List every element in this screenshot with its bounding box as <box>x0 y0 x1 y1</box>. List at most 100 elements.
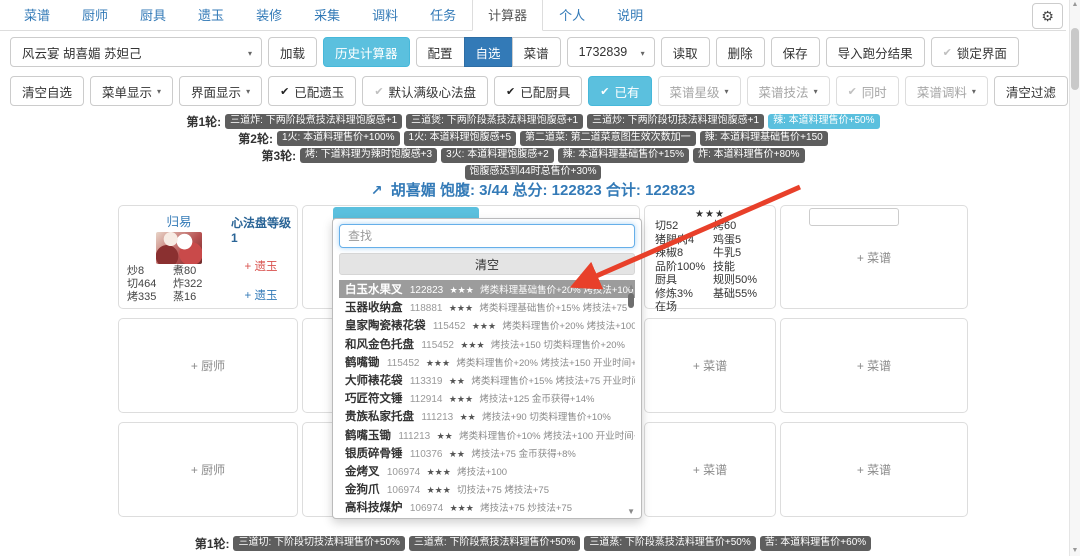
menu-display-dropdown[interactable]: 菜单显示 ▾ <box>90 76 173 106</box>
nav-tab[interactable]: 说明 <box>601 0 659 31</box>
recipe-score: 106974 <box>410 503 443 514</box>
add-jade-button[interactable]: + 遗玉 <box>245 258 278 274</box>
recipe-option[interactable]: 银质碎骨锤 110376 ★★ 烤技法+75 金币获得+8% <box>339 444 635 462</box>
nav-tab[interactable]: 采集 <box>298 0 356 31</box>
recipe-stars: ★★★ <box>449 303 473 313</box>
recipe-slot-3[interactable]: + 菜谱 <box>780 205 968 309</box>
clear-custom-button[interactable]: 清空自选 <box>10 76 84 106</box>
utensil-equipped-toggle[interactable]: ✔ 已配厨具 <box>494 76 582 106</box>
add-recipe-cell[interactable]: + 菜谱 <box>644 318 776 413</box>
nav-tab[interactable]: 厨师 <box>66 0 124 31</box>
chef-skill-left: 炒8 <box>127 265 173 278</box>
dropdown-scrollbar-thumb[interactable] <box>628 293 634 308</box>
recipe-option[interactable]: 大师裱花袋 113319 ★★ 烤类料理售价+15% 烤技法+75 开业时间+1… <box>339 371 635 389</box>
effect-badge: 烤: 下道料理为辣时饱腹感+3 <box>300 148 437 163</box>
chef-skill-list: 炒8 煮80 切464 炸322 烤335 蒸16 <box>127 265 231 304</box>
recipe-mode-button[interactable]: 菜谱 <box>512 37 561 67</box>
add-recipe-label: + 菜谱 <box>693 357 727 374</box>
recipe-stars: ★★★ <box>472 321 496 331</box>
page-scrollbar-thumb[interactable] <box>1071 28 1079 90</box>
recipe-slot-button[interactable] <box>809 208 899 226</box>
recipe-option[interactable]: 隔热绝缘手套 106974 ★★★ 蒸技法+75 烤技法+75 <box>339 516 635 518</box>
recipe-option[interactable]: 贵族私家托盘 111213 ★★ 烤技法+90 切类料理售价+10% <box>339 407 635 425</box>
recipe-option[interactable]: 金烤叉 106974 ★★★ 烤技法+100 <box>339 462 635 480</box>
summary-total: 122823 <box>645 182 695 199</box>
add-recipe-cell[interactable]: + 菜谱 <box>644 422 776 517</box>
recipe-stars: ★★★ <box>427 467 451 477</box>
settings-button[interactable]: ⚙ <box>1032 3 1063 29</box>
preset-select[interactable]: 风云宴 胡喜媚 苏妲己 ▾ <box>10 37 262 67</box>
scroll-up-icon[interactable]: ▲ <box>627 282 635 291</box>
page-scrollbar[interactable]: ▲ ▼ <box>1069 0 1080 556</box>
nav-tab[interactable]: 计算器 <box>472 0 543 31</box>
recipe-option[interactable]: 皇家陶瓷裱花袋 115452 ★★★ 烤类料理售价+20% 烤技法+100 开业… <box>339 316 635 334</box>
preset-select-value: 风云宴 胡喜媚 苏妲己 <box>22 43 141 62</box>
delete-button[interactable]: 删除 <box>716 37 765 67</box>
recipe-option[interactable]: 金狗爪 106974 ★★★ 切技法+75 烤技法+75 <box>339 480 635 498</box>
nav-tab[interactable]: 任务 <box>414 0 472 31</box>
chef-skill-right: 煮80 <box>173 265 196 278</box>
save-button[interactable]: 保存 <box>771 37 820 67</box>
dish-stat-left: 厨具 <box>655 274 713 288</box>
nav-tab[interactable]: 菜谱 <box>8 0 66 31</box>
recipe-name: 银质碎骨锤 <box>345 448 403 460</box>
nav-tab[interactable]: 遗玉 <box>182 0 240 31</box>
chef-info: 归易 炒8 煮80 切464 炸322 <box>127 211 231 304</box>
add-chef-cell[interactable]: + 厨师 <box>118 422 298 517</box>
recipe-option[interactable]: 鹤嘴锄 115452 ★★★ 烤类料理售价+20% 烤技法+150 开业时间+1… <box>339 353 635 371</box>
dish-stats-row: 品阶100% 技能 <box>655 261 765 275</box>
load-button[interactable]: 加载 <box>268 37 317 67</box>
config-button[interactable]: 配置 <box>416 37 465 67</box>
round-label: 第3轮: <box>261 147 296 164</box>
recipe-stars: ★★ <box>449 376 465 386</box>
clear-filter-button[interactable]: 清空过滤 <box>994 76 1068 106</box>
recipe-option[interactable]: 白玉水果叉 122823 ★★★ 烤类料理基础售价+20% 烤技法+100 <box>339 280 635 298</box>
nav-tab[interactable]: 厨具 <box>124 0 182 31</box>
recipe-effects: 烤类料理基础售价+20% 烤技法+100 <box>480 285 633 296</box>
scroll-down-icon[interactable]: ▼ <box>1070 547 1080 554</box>
recipe-option[interactable]: 玉器收纳盒 118881 ★★★ 烤类料理基础售价+15% 烤技法+75 <box>339 298 635 316</box>
search-input[interactable] <box>339 224 635 248</box>
recipe-option[interactable]: 高科技煤炉 106974 ★★★ 烤技法+75 炒技法+75 <box>339 498 635 516</box>
chef-skill-row: 切464 炸322 <box>127 278 231 291</box>
ui-display-dropdown[interactable]: 界面显示 ▾ <box>179 76 262 106</box>
effect-badge: 炸: 本道料理售价+80% <box>693 148 804 163</box>
recipe-option[interactable]: 巧匠符文锤 112914 ★★★ 烤技法+125 金币获得+14% <box>339 389 635 407</box>
import-result-button[interactable]: 导入跑分结果 <box>826 37 925 67</box>
recipe-option[interactable]: 鹤嘴玉锄 111213 ★★ 烤类料理售价+10% 烤技法+100 开业时间+1… <box>339 426 635 444</box>
save-slot-select[interactable]: 1732839 ▾ <box>567 37 655 67</box>
nav-tab[interactable]: 个人 <box>543 0 601 31</box>
scroll-down-icon[interactable]: ▼ <box>627 507 635 516</box>
custom-mode-button[interactable]: 自选 <box>464 37 513 67</box>
chevron-down-icon: ▾ <box>814 87 818 96</box>
recipe-option[interactable]: 和风金色托盘 115452 ★★★ 烤技法+150 切类料理售价+20% <box>339 335 635 353</box>
clear-selection-button[interactable]: 清空 <box>339 253 635 275</box>
recipe-stars: ★★★ <box>449 394 473 404</box>
lock-ui-toggle[interactable]: ✔ 锁定界面 <box>931 37 1019 67</box>
owned-toggle[interactable]: ✔ 已有 <box>588 76 651 106</box>
jade-equipped-toggle[interactable]: ✔ 已配遗玉 <box>268 76 356 106</box>
add-chef-cell[interactable]: + 厨师 <box>118 318 298 413</box>
default-max-disc-toggle[interactable]: ✔ 默认满级心法盘 <box>362 76 488 106</box>
dish-stats-row: 修炼3% 基础55% <box>655 288 765 302</box>
recipe-seasoning-dropdown[interactable]: 菜谱调料 ▾ <box>905 76 988 106</box>
history-calc-button[interactable]: 历史计算器 <box>323 37 410 67</box>
round-1-line: 第1轮: 三道炸: 下两阶段煮技法料理饱腹感+1三道煲: 下两阶段蒸技法料理饱腹… <box>0 113 1066 129</box>
read-button[interactable]: 读取 <box>661 37 710 67</box>
simultaneous-toggle[interactable]: ✔ 同时 <box>836 76 899 106</box>
nav-tab[interactable]: 调料 <box>356 0 414 31</box>
add-recipe-cell[interactable]: + 菜谱 <box>780 422 968 517</box>
recipe-skill-dropdown[interactable]: 菜谱技法 ▾ <box>747 76 830 106</box>
chef-name-link[interactable]: 归易 <box>127 211 231 230</box>
recipe-star-dropdown[interactable]: 菜谱星级 ▾ <box>658 76 741 106</box>
summary-total-label: 合计: <box>606 182 641 199</box>
nav-tab[interactable]: 装修 <box>240 0 298 31</box>
add-recipe-cell[interactable]: + 菜谱 <box>780 318 968 413</box>
effect-badge: 三道煲: 下两阶段蒸技法料理饱腹感+1 <box>406 114 583 129</box>
score-summary: ↗ 胡喜媚 饱腹: 3/44 总分: 122823 合计: 122823 <box>0 179 1066 200</box>
scroll-up-icon[interactable]: ▲ <box>1070 1 1080 8</box>
recipe-name: 鹤嘴锄 <box>345 357 380 369</box>
recipe-effects: 烤类料理售价+20% 烤技法+150 开业时间+10% <box>456 358 635 369</box>
owned-label: 已有 <box>615 82 640 101</box>
add-jade-button[interactable]: + 遗玉 <box>245 287 278 303</box>
